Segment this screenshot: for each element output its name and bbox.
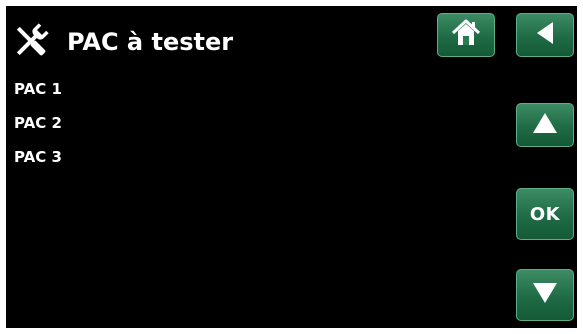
list-item-pac-3[interactable]: PAC 3 [14,146,314,180]
scroll-up-button[interactable] [516,103,574,147]
ok-button[interactable]: OK [516,188,574,240]
down-arrow-icon [530,279,560,312]
list-item-pac-2[interactable]: PAC 2 [14,112,314,146]
scroll-down-button[interactable] [516,269,574,321]
home-icon [450,17,482,54]
tools-icon [11,21,51,61]
header: PAC à tester [6,6,577,76]
home-button[interactable] [437,13,495,57]
list-item-pac-1[interactable]: PAC 1 [14,78,314,112]
display-screen: PAC à tester PAC 1 PAC 2 PAC 3 OK [6,6,577,328]
up-arrow-icon [530,109,560,142]
ok-button-label: OK [529,203,561,225]
page-title: PAC à tester [67,28,234,56]
back-button[interactable] [516,13,574,57]
back-arrow-icon [531,19,559,52]
pac-list: PAC 1 PAC 2 PAC 3 [14,78,314,180]
